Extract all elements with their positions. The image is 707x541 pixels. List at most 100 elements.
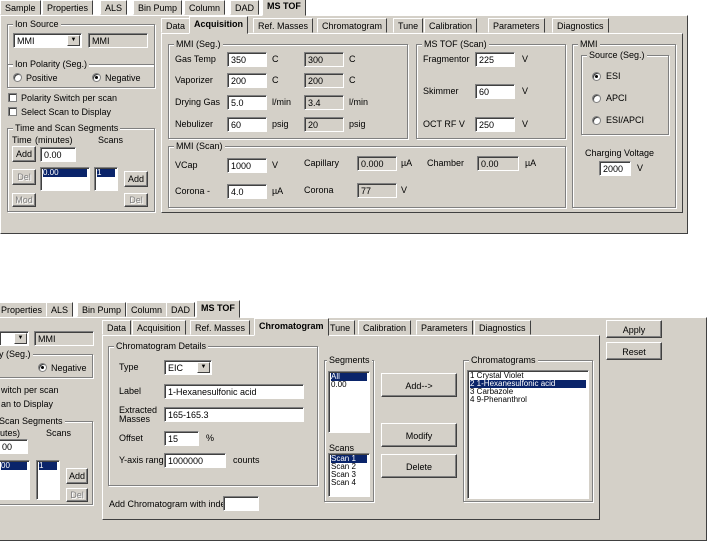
- chevron-down-icon[interactable]: ▼: [67, 35, 80, 46]
- yrange-unit: counts: [233, 455, 260, 465]
- tab-dad-2[interactable]: DAD: [166, 302, 196, 317]
- segment-scans-list[interactable]: 1: [94, 167, 118, 191]
- subtab-parameters[interactable]: Parameters: [488, 18, 545, 33]
- drying-gas-input[interactable]: 5.0: [227, 95, 267, 110]
- mmi-outer-legend: MMI: [578, 39, 600, 49]
- negative-radio[interactable]: [92, 73, 101, 82]
- tab-sample[interactable]: Sample: [0, 0, 41, 15]
- time-input-2[interactable]: 00: [0, 439, 28, 454]
- subtab-acquisition[interactable]: Acquisition: [189, 16, 248, 34]
- subtab-ref-masses[interactable]: Ref. Masses: [253, 18, 314, 33]
- subtab-chromatogram[interactable]: Chromatogram: [317, 18, 388, 33]
- tab-column[interactable]: Column: [184, 0, 226, 15]
- segments-legend: Time and Scan Segments: [13, 123, 121, 133]
- skimmer-unit: V: [522, 86, 529, 96]
- subtab-data-2[interactable]: Data: [102, 320, 132, 335]
- subtab-parameters-2[interactable]: Parameters: [416, 320, 473, 335]
- add-scan-button-2[interactable]: Add: [66, 468, 88, 484]
- tab-column-2[interactable]: Column: [126, 302, 168, 317]
- modify-button[interactable]: Modify: [381, 423, 457, 447]
- charging-voltage-input[interactable]: 2000: [599, 161, 631, 176]
- chromatograms-listbox[interactable]: 1 Crystal Violet 2 1-Hexanesulfonic acid…: [467, 370, 589, 499]
- polarity-switch-checkbox[interactable]: [8, 93, 17, 102]
- chevron-down-icon[interactable]: ▼: [197, 362, 210, 373]
- yrange-input[interactable]: 1000000: [164, 453, 226, 468]
- apci-radio[interactable]: [592, 94, 601, 103]
- skimmer-input[interactable]: 60: [475, 84, 515, 99]
- chevron-down-icon[interactable]: ▼: [14, 333, 27, 344]
- mod-button[interactable]: Mod: [12, 193, 36, 207]
- esi-apci-label: ESI/APCI: [606, 115, 645, 125]
- segment-scans-item-2[interactable]: 1: [39, 462, 57, 470]
- extracted-label-2: Masses: [119, 414, 151, 424]
- add-index-input[interactable]: [223, 496, 259, 511]
- segment-scans-item[interactable]: 1: [97, 169, 115, 177]
- reset-button[interactable]: Reset: [606, 342, 662, 360]
- gas-temp-actual: 300: [304, 52, 344, 67]
- subtab-acquisition-2[interactable]: Acquisition: [132, 320, 186, 335]
- nebulizer-input[interactable]: 60: [227, 117, 267, 132]
- scans-listbox[interactable]: Scan 1 Scan 2 Scan 3 Scan 4: [328, 453, 370, 497]
- select-scan-checkbox[interactable]: [8, 107, 17, 116]
- subtab-data[interactable]: Data: [161, 18, 191, 33]
- subtab-calibration-2[interactable]: Calibration: [358, 320, 412, 335]
- vcap-input[interactable]: 1000: [227, 158, 267, 173]
- subtab-chromatogram-2[interactable]: Chromatogram: [254, 318, 329, 336]
- chromatogram-item-4[interactable]: 4 9-Phenanthrol: [470, 396, 586, 404]
- tab-bin-pump-2[interactable]: Bin Pump: [77, 302, 127, 317]
- tab-properties-2[interactable]: Properties: [0, 302, 48, 317]
- ion-source-select-2[interactable]: ▼: [0, 331, 29, 346]
- bottom-main-tabs: Properties ALS Bin Pump Column DAD MS TO…: [0, 300, 260, 318]
- tab-als[interactable]: ALS: [100, 0, 128, 15]
- vaporizer-label: Vaporizer: [175, 75, 213, 85]
- subtab-tune-2[interactable]: Tune: [325, 320, 356, 335]
- esi-radio[interactable]: [592, 72, 601, 81]
- tab-ms-tof[interactable]: MS TOF: [262, 0, 306, 16]
- tab-dad[interactable]: DAD: [230, 0, 260, 15]
- segment-time-item[interactable]: 0.00: [43, 169, 87, 177]
- apply-button[interactable]: Apply: [606, 320, 662, 338]
- segment-time-list[interactable]: 0.00: [40, 167, 90, 191]
- del-scan-button-2[interactable]: Del: [66, 488, 88, 502]
- segment-000-item[interactable]: 0.00: [331, 381, 367, 389]
- time-unit: (minutes): [35, 135, 73, 145]
- extracted-masses-input[interactable]: 165-165.3: [164, 407, 304, 422]
- tab-als-2[interactable]: ALS: [46, 302, 74, 317]
- add-scan-button[interactable]: Add: [124, 171, 148, 187]
- top-main-pane: Ion Source MMI ▼ MMI Ion Polarity (Seg.) …: [0, 15, 688, 234]
- corona-current-input[interactable]: 4.0: [227, 184, 267, 199]
- add-time-button[interactable]: Add: [12, 146, 36, 162]
- subtab-diagnostics-2[interactable]: Diagnostics: [474, 320, 531, 335]
- subtab-ref-masses-2[interactable]: Ref. Masses: [190, 320, 251, 335]
- subtab-diagnostics[interactable]: Diagnostics: [552, 18, 609, 33]
- subtab-tune[interactable]: Tune: [393, 18, 424, 33]
- segment-scans-list-2[interactable]: 1: [36, 460, 60, 500]
- tab-bin-pump[interactable]: Bin Pump: [133, 0, 183, 15]
- delete-button[interactable]: Delete: [381, 454, 457, 478]
- fragmentor-input[interactable]: 225: [475, 52, 515, 67]
- segment-time-list-2[interactable]: 00: [0, 460, 30, 500]
- gas-temp-input[interactable]: 350: [227, 52, 267, 67]
- time-input[interactable]: 0.00: [40, 147, 76, 162]
- add-chromatogram-button[interactable]: Add-->: [381, 373, 457, 397]
- oct-rf-input[interactable]: 250: [475, 117, 515, 132]
- segments-listbox[interactable]: All 0.00: [328, 371, 370, 433]
- time-label: Time: [12, 135, 32, 145]
- del-time-button[interactable]: Del: [12, 169, 36, 185]
- offset-input[interactable]: 15: [164, 431, 199, 446]
- positive-radio[interactable]: [13, 73, 22, 82]
- ion-source-select[interactable]: MMI ▼: [13, 33, 82, 48]
- type-select[interactable]: EIC ▼: [164, 360, 212, 375]
- esi-apci-radio[interactable]: [592, 116, 601, 125]
- subtab-calibration[interactable]: Calibration: [424, 18, 478, 33]
- tab-properties[interactable]: Properties: [42, 0, 94, 15]
- vaporizer-input[interactable]: 200: [227, 73, 267, 88]
- del-scan-button[interactable]: Del: [124, 193, 148, 207]
- negative-radio-2[interactable]: [38, 363, 47, 372]
- vaporizer-unit: C: [272, 75, 279, 85]
- segment-time-item-2[interactable]: 00: [1, 462, 27, 470]
- label-input[interactable]: 1-Hexanesulfonic acid: [164, 384, 304, 399]
- scan-4-item[interactable]: Scan 4: [331, 479, 367, 487]
- tab-ms-tof-2[interactable]: MS TOF: [196, 300, 240, 318]
- corona-voltage-label: Corona: [304, 185, 334, 195]
